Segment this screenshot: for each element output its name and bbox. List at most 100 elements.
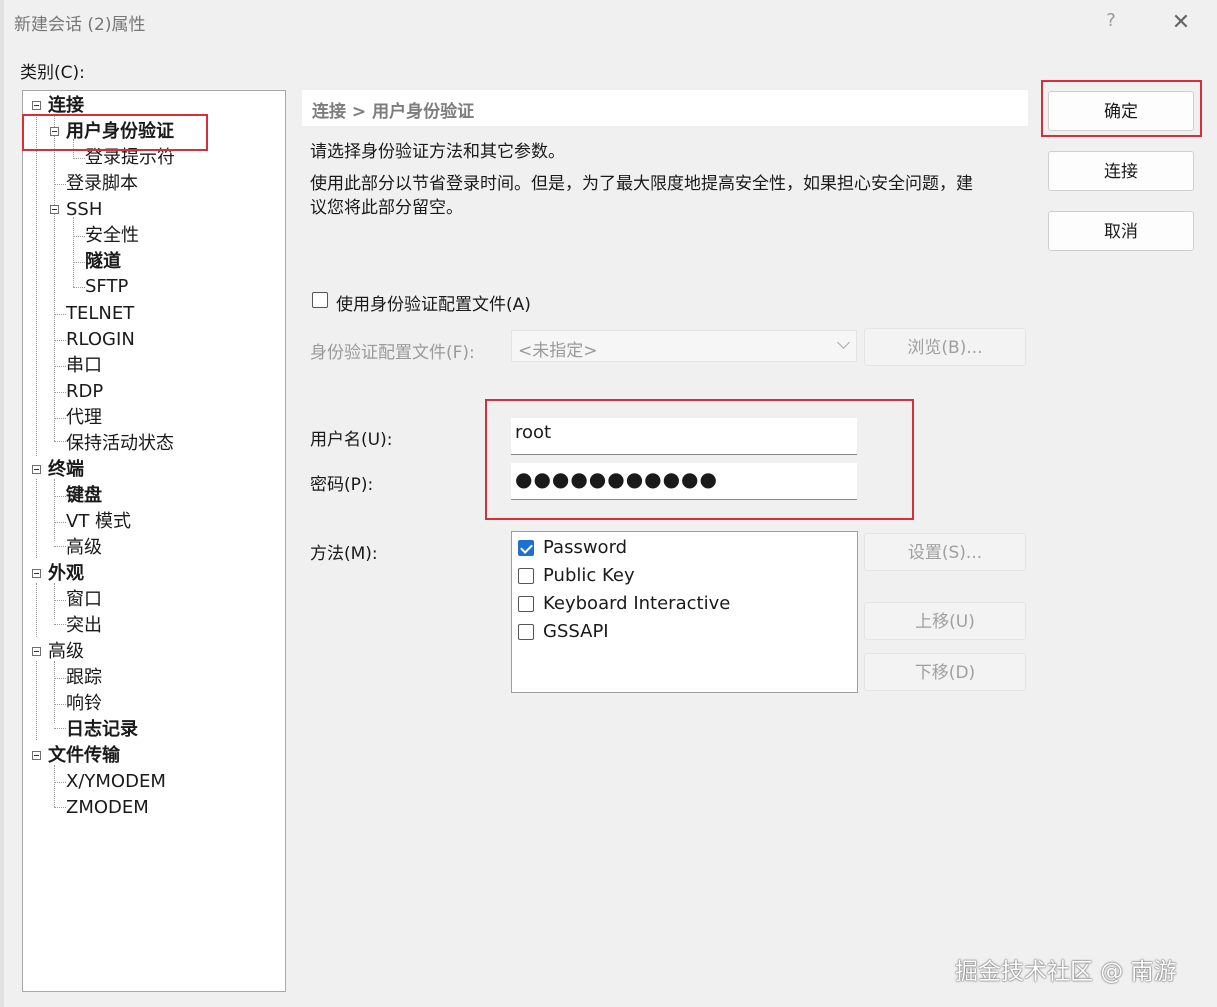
tree-node-label: 外观 (48, 563, 84, 584)
tree-line (54, 522, 66, 523)
method-checkbox[interactable] (518, 624, 534, 640)
tree-node-terminal-advanced[interactable]: 高级 (66, 536, 102, 560)
tree-node-login-script[interactable]: 登录脚本 (66, 172, 138, 196)
tree-line (36, 661, 37, 740)
auth-profile-select-value: <未指定> (518, 341, 598, 361)
ok-button[interactable]: 确定 (1048, 91, 1194, 131)
tree-node-bell[interactable]: 响铃 (66, 692, 102, 716)
left-edge-strip (0, 0, 4, 1007)
tree-node-rdp[interactable]: RDP (66, 380, 103, 404)
tree-node-serial[interactable]: 串口 (66, 354, 102, 378)
collapse-icon[interactable] (32, 101, 41, 110)
tree-line (36, 479, 37, 558)
tree-line (54, 546, 66, 547)
tree-node-label: 终端 (48, 459, 84, 480)
tree-line (54, 728, 66, 729)
tree-node-rlogin[interactable]: RLOGIN (66, 328, 135, 352)
tree-node-trace[interactable]: 跟踪 (66, 666, 102, 690)
cancel-button[interactable]: 取消 (1048, 211, 1194, 251)
tree-node-login-prompts[interactable]: 登录提示符 (85, 146, 175, 170)
tree-node-logging[interactable]: 日志记录 (66, 718, 138, 742)
tree-node-zmodem[interactable]: ZMODEM (66, 796, 149, 820)
tree-line (73, 158, 85, 159)
method-option-label: Keyboard Interactive (543, 593, 731, 614)
tree-line (54, 314, 66, 315)
tree-node-label: 高级 (48, 641, 84, 662)
tree-node-label: 用户身份验证 (66, 121, 174, 142)
auth-method-list[interactable]: Password Public Key Keyboard Interactive… (511, 531, 858, 693)
tree-line (54, 479, 55, 541)
tree-line (73, 287, 85, 288)
browse-button[interactable]: 浏览(B)... (864, 328, 1026, 366)
tree-line (54, 600, 66, 601)
collapse-icon[interactable] (50, 205, 59, 214)
tree-node-label: 文件传输 (48, 745, 120, 766)
help-icon[interactable]: ? (1100, 8, 1122, 34)
category-tree[interactable]: 连接 用户身份验证 登录提示符 登录脚本 SSH 安全性 隧道 SFTP TEL… (22, 90, 286, 992)
tree-node-label: 连接 (48, 95, 84, 116)
password-input[interactable]: ●●●●●●●●●●● (511, 463, 857, 500)
tree-node-keep-alive[interactable]: 保持活动状态 (66, 432, 174, 456)
category-label: 类别(C): (20, 63, 85, 83)
method-option-label: Public Key (543, 565, 635, 586)
collapse-icon[interactable] (32, 465, 41, 474)
method-checkbox[interactable] (518, 568, 534, 584)
tree-node-keyboard[interactable]: 键盘 (66, 484, 102, 508)
move-up-button[interactable]: 上移(U) (864, 602, 1026, 640)
tree-line (54, 782, 66, 783)
auth-profile-select[interactable]: <未指定> (511, 330, 857, 362)
tree-line (54, 765, 55, 807)
tree-node-highlight[interactable]: 突出 (66, 614, 102, 638)
tree-node-tunnel[interactable]: 隧道 (85, 250, 121, 274)
tree-node-window[interactable]: 窗口 (66, 588, 102, 612)
tree-line (54, 392, 66, 393)
tree-line (54, 418, 66, 419)
close-icon[interactable]: ✕ (1166, 8, 1196, 38)
tree-line (54, 184, 66, 185)
method-checkbox[interactable] (518, 596, 534, 612)
tree-line (54, 441, 66, 442)
tree-line (54, 496, 66, 497)
tree-node-vt-mode[interactable]: VT 模式 (66, 510, 131, 534)
collapse-icon[interactable] (50, 127, 59, 136)
use-auth-profile-label: 使用身份验证配置文件(A) (336, 295, 531, 315)
use-auth-profile-checkbox[interactable] (312, 292, 328, 308)
window-title: 新建会话 (2)属性 (14, 15, 146, 35)
tree-node-label: SSH (66, 199, 103, 220)
username-input[interactable]: root (511, 418, 857, 455)
tree-line (54, 340, 66, 341)
description-line-1: 请选择身份验证方法和其它参数。 (310, 142, 565, 162)
method-checkbox[interactable] (518, 540, 534, 556)
breadcrumb: 连接 > 用户身份验证 (312, 102, 475, 122)
method-label: 方法(M): (310, 544, 378, 564)
password-label: 密码(P): (310, 475, 374, 495)
tree-line (54, 661, 55, 723)
move-down-button[interactable]: 下移(D) (864, 653, 1026, 691)
method-option-label: GSSAPI (543, 621, 609, 642)
connect-button[interactable]: 连接 (1048, 151, 1194, 191)
tree-node-xymodem[interactable]: X/YMODEM (66, 770, 166, 794)
tree-node-security[interactable]: 安全性 (85, 224, 139, 248)
tree-node-proxy[interactable]: 代理 (66, 406, 102, 430)
auth-profile-field-label: 身份验证配置文件(F): (310, 343, 475, 363)
description-line-2: 使用此部分以节省登录时间。但是，为了最大限度地提高安全性，如果担心安全问题，建 (310, 174, 973, 194)
tree-line (54, 366, 66, 367)
tree-line (54, 678, 66, 679)
tree-line (54, 624, 66, 625)
settings-button[interactable]: 设置(S)... (864, 533, 1026, 571)
watermark: 掘金技术社区 @ 南游 (955, 959, 1177, 985)
tree-line (54, 583, 55, 619)
collapse-icon[interactable] (32, 751, 41, 760)
tree-line (36, 115, 37, 456)
collapse-icon[interactable] (32, 569, 41, 578)
tree-line (73, 217, 74, 287)
tree-line (73, 236, 85, 237)
username-label: 用户名(U): (310, 430, 393, 450)
tree-node-sftp[interactable]: SFTP (85, 275, 128, 299)
tree-line (36, 583, 37, 637)
tree-node-telnet[interactable]: TELNET (66, 302, 134, 326)
chevron-down-icon (837, 336, 850, 349)
collapse-icon[interactable] (32, 647, 41, 656)
description-line-3: 议您将此部分留空。 (310, 198, 463, 218)
tree-line (54, 704, 66, 705)
